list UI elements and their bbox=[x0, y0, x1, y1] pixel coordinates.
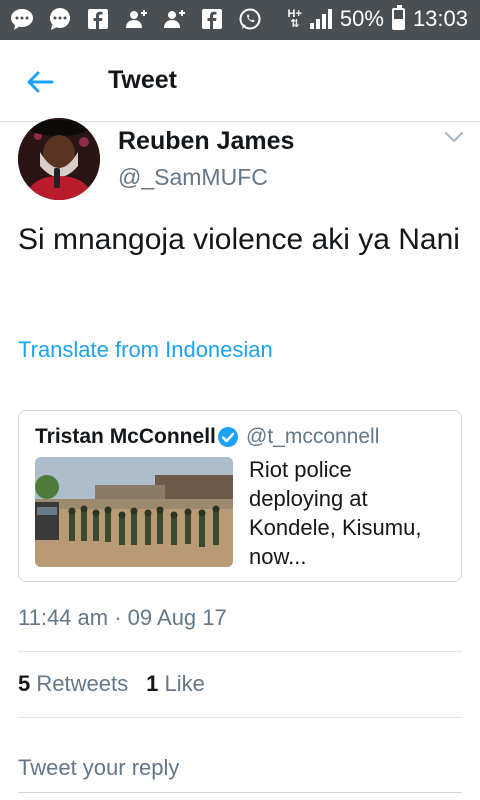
facebook-icon bbox=[86, 7, 110, 31]
page-title: Tweet bbox=[108, 66, 177, 94]
quoted-author-handle: @t_mcconnell bbox=[246, 425, 380, 448]
likes-stat[interactable]: 1 Like bbox=[146, 671, 205, 697]
author-name[interactable]: Reuben James bbox=[118, 127, 294, 156]
network-type: H+ ⇅ bbox=[287, 8, 302, 30]
system-status: H+ ⇅ 50% 13:03 bbox=[287, 5, 468, 32]
retweets-stat[interactable]: 5 Retweets bbox=[18, 671, 128, 697]
quoted-tweet-image[interactable] bbox=[35, 457, 233, 567]
chevron-down-icon bbox=[444, 131, 464, 143]
signal-icon bbox=[309, 9, 332, 29]
avatar[interactable] bbox=[18, 118, 100, 200]
quoted-tweet-card[interactable]: Tristan McConnell @t_mcconnell Riot poli… bbox=[18, 410, 462, 582]
notification-icons bbox=[10, 7, 262, 31]
status-bar: H+ ⇅ 50% 13:03 bbox=[0, 0, 480, 40]
tweet-stats: 5 Retweets 1 Like bbox=[18, 671, 205, 697]
verified-badge-icon bbox=[217, 426, 239, 448]
author-handle[interactable]: @_SamMUFC bbox=[118, 164, 268, 191]
facebook-icon bbox=[200, 7, 224, 31]
divider bbox=[18, 717, 462, 718]
quoted-author-name: Tristan McConnell bbox=[35, 425, 216, 448]
battery-icon bbox=[391, 5, 405, 30]
likes-count: 1 bbox=[146, 671, 159, 696]
chat-bubble-icon bbox=[48, 7, 72, 31]
add-user-icon bbox=[162, 7, 186, 31]
translate-link[interactable]: Translate from Indonesian bbox=[18, 337, 273, 363]
tweet-text: Si mnangoja violence aki ya Nani bbox=[18, 223, 460, 256]
battery-percent: 50% bbox=[339, 6, 384, 31]
clock: 13:03 bbox=[412, 6, 468, 31]
likes-label: Like bbox=[164, 671, 205, 696]
back-button[interactable] bbox=[22, 64, 58, 100]
reply-input[interactable] bbox=[18, 750, 462, 786]
whatsapp-icon bbox=[238, 7, 262, 31]
quoted-tweet-text: Riot police deploying at Kondele, Kisumu… bbox=[249, 457, 422, 569]
reply-input-underline bbox=[18, 792, 462, 793]
tweet-timestamp: 11:44 am · 09 Aug 17 bbox=[18, 605, 227, 630]
retweets-count: 5 bbox=[18, 671, 31, 696]
add-user-icon bbox=[124, 7, 148, 31]
retweets-label: Retweets bbox=[36, 671, 129, 696]
app-header: Tweet bbox=[0, 40, 480, 122]
arrow-left-icon bbox=[27, 71, 54, 93]
messenger-icon bbox=[10, 7, 34, 31]
more-options-button[interactable] bbox=[444, 130, 464, 144]
divider bbox=[18, 651, 462, 652]
